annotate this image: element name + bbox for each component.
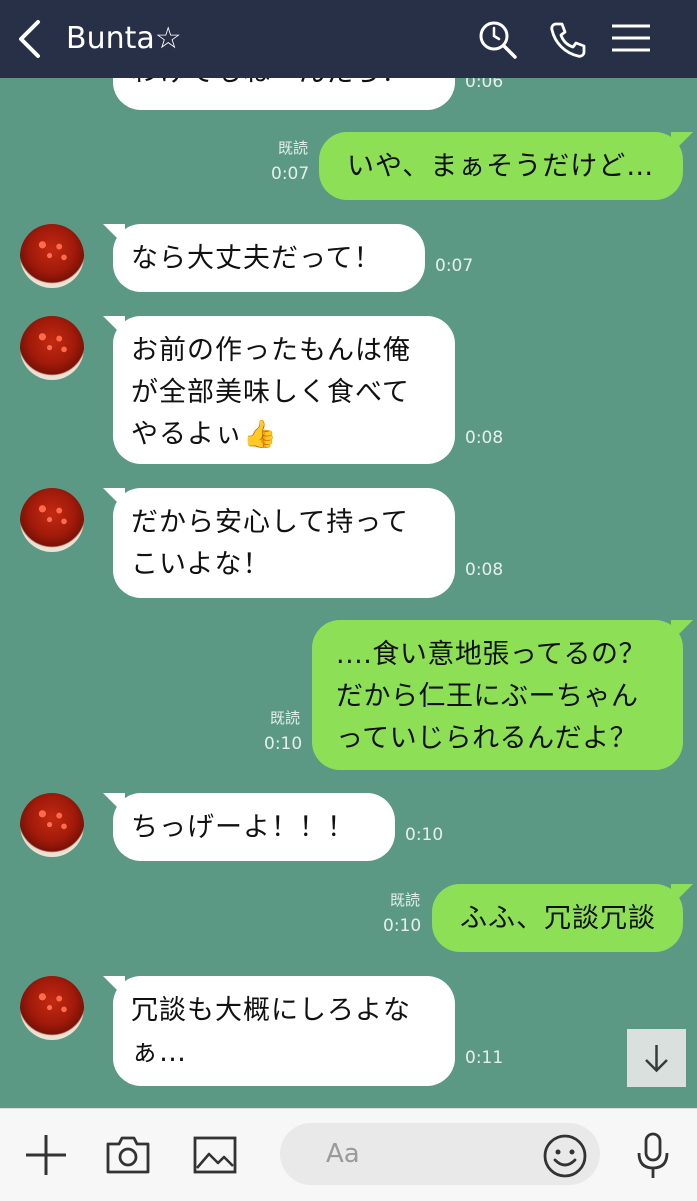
arrow-down-icon — [645, 1045, 668, 1073]
message-time: 0:08 — [465, 560, 504, 580]
emoji-icon[interactable] — [542, 1133, 588, 1179]
message-bubble[interactable]: 冗談も大概にしろよな ぁ… — [113, 976, 455, 1086]
avatar[interactable] — [20, 976, 84, 1040]
message-time: 0:10 — [405, 825, 444, 845]
scroll-to-bottom-button[interactable] — [627, 1029, 686, 1087]
avatar[interactable] — [20, 316, 84, 380]
message-bubble[interactable]: ふふ、冗談冗談 — [432, 884, 683, 952]
chat-messages[interactable]: わけでもねーんだろ？ 0:06 既読 0:07 いや、まぁそうだけど… なら大丈… — [0, 78, 697, 1108]
back-arrow-icon[interactable] — [14, 18, 44, 60]
camera-icon[interactable] — [105, 1135, 151, 1175]
message-bubble[interactable]: ....食い意地張ってるの？ だから仁王にぶーちゃん っていじられるんだよ？ — [312, 620, 683, 770]
message-bubble[interactable]: いや、まぁそうだけど… — [319, 132, 683, 200]
search-icon[interactable] — [476, 18, 520, 62]
avatar[interactable] — [20, 224, 84, 288]
message-time: 0:08 — [465, 428, 504, 448]
bubble-tail — [671, 620, 693, 642]
read-receipt: 既読 — [277, 139, 308, 157]
message-time: 0:10 — [264, 734, 303, 754]
message-bubble[interactable]: わけでもねーんだろ？ — [113, 78, 455, 110]
bubble-tail — [671, 132, 693, 154]
message-time: 0:06 — [465, 78, 504, 92]
message-input-bar: Aa — [0, 1108, 697, 1201]
message-time: 0:07 — [435, 256, 474, 276]
message-bubble[interactable]: なら大丈夫だって！ — [113, 224, 425, 292]
phone-icon[interactable] — [546, 18, 590, 62]
plus-icon[interactable] — [24, 1133, 68, 1177]
chat-title[interactable]: Bunta☆ — [66, 18, 182, 60]
menu-icon[interactable] — [610, 18, 652, 62]
input-placeholder: Aa — [326, 1139, 360, 1169]
microphone-icon[interactable] — [634, 1131, 672, 1181]
bubble-tail — [671, 884, 693, 906]
message-bubble[interactable]: ちっげーよ！！！ — [113, 793, 395, 861]
avatar[interactable] — [20, 793, 84, 857]
avatar[interactable] — [20, 488, 84, 552]
chat-header: Bunta☆ — [0, 0, 697, 78]
image-icon[interactable] — [192, 1135, 238, 1175]
message-time: 0:10 — [383, 916, 422, 936]
message-time: 0:11 — [465, 1048, 504, 1068]
read-receipt: 既読 — [269, 709, 300, 727]
message-bubble[interactable]: だから安心して持って こいよな！ — [113, 488, 455, 598]
read-receipt: 既読 — [389, 891, 420, 909]
message-bubble[interactable]: お前の作ったもんは俺 が全部美味しく食べて やるよぃ👍 — [113, 316, 455, 464]
message-input[interactable]: Aa — [280, 1123, 600, 1185]
message-time: 0:07 — [271, 164, 310, 184]
